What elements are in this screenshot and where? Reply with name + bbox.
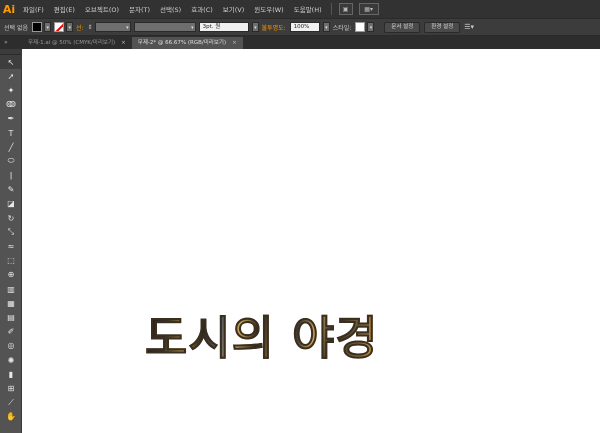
blend-icon[interactable]: ◎ xyxy=(0,339,22,353)
stroke-stepper-icon[interactable]: ⇕ xyxy=(88,24,93,31)
stroke-label[interactable]: 선: xyxy=(76,23,84,32)
ellipse-icon[interactable]: ⬭ xyxy=(0,154,22,168)
stroke-weight-field[interactable]: ▾ xyxy=(94,22,131,32)
stroke-color-swatch[interactable] xyxy=(54,22,64,32)
line-icon[interactable]: ╱ xyxy=(0,140,22,154)
close-icon[interactable]: × xyxy=(232,37,237,49)
style-dropdown[interactable]: ▾ xyxy=(367,22,375,32)
tools-panel: ↖ ➚ ✦ ↂ ✒ T ╱ ⬭ ǀ ✎ ◪ ↻ ⤡ ≈ ⬚ ⊕ ▥ ▦ ▤ ✐ … xyxy=(0,49,22,433)
opacity-label[interactable]: 불투명도: xyxy=(262,23,286,32)
menu-help[interactable]: 도움말(H) xyxy=(289,4,327,14)
pen-icon[interactable]: ✒ xyxy=(0,112,22,126)
city-night-text-artwork[interactable]: 도시의 야경 xyxy=(145,305,395,371)
menu-window[interactable]: 윈도우(W) xyxy=(249,4,288,14)
menu-type[interactable]: 문자(T) xyxy=(124,4,155,14)
symbol-sprayer-icon[interactable]: ✺ xyxy=(0,353,22,367)
document-tab-bar: » 무제-1.ai @ 50% (CMYK/미리보기) × 무제-2* @ 66… xyxy=(0,36,600,49)
app-logo: Ai xyxy=(2,2,16,16)
slice-icon[interactable]: ⟋ xyxy=(0,396,22,410)
pencil-icon[interactable]: ✎ xyxy=(0,183,22,197)
menu-view[interactable]: 보기(V) xyxy=(218,4,249,14)
menu-effect[interactable]: 효과(C) xyxy=(186,4,218,14)
arrange-documents-icon[interactable]: ▦▾ xyxy=(358,3,379,15)
artboard[interactable]: 도시의 야경 xyxy=(22,49,600,433)
preferences-button[interactable]: 환경 설정 xyxy=(424,21,461,33)
graphic-style-swatch[interactable] xyxy=(355,22,366,32)
perspective-grid-icon[interactable]: ▥ xyxy=(0,282,22,296)
menu-file[interactable]: 파일(F) xyxy=(18,4,49,14)
width-icon[interactable]: ≈ xyxy=(0,239,22,253)
free-transform-icon[interactable]: ⬚ xyxy=(0,254,22,268)
selection-status: 선택 없음 xyxy=(4,24,28,32)
fill-dropdown[interactable]: ▾ xyxy=(44,22,51,32)
brush-dropdown-arrow[interactable]: ▾ xyxy=(251,22,259,32)
eraser-icon[interactable]: ◪ xyxy=(0,197,22,211)
eyedropper-icon[interactable]: ✐ xyxy=(0,325,22,339)
variable-width-dropdown[interactable]: ▾ xyxy=(133,22,196,32)
fill-color-swatch[interactable] xyxy=(32,22,42,32)
panel-options-icon[interactable]: ☰▾ xyxy=(464,23,474,31)
menu-edit[interactable]: 편집(E) xyxy=(49,4,80,14)
stroke-dropdown[interactable]: ▾ xyxy=(66,22,73,32)
rotate-icon[interactable]: ↻ xyxy=(0,211,22,225)
column-graph-icon[interactable]: ▮ xyxy=(0,367,22,381)
illustrator-window: Ai 파일(F) 편집(E) 오브젝트(O) 문자(T) 선택(S) 효과(C)… xyxy=(0,0,600,433)
hand-icon[interactable]: ✋ xyxy=(0,410,22,424)
tab-label: 무제-2* @ 66.67% (RGB/미리보기) xyxy=(137,40,227,46)
selection-icon[interactable]: ↖ xyxy=(0,55,22,70)
menu-select[interactable]: 선택(S) xyxy=(155,4,186,14)
paintbrush-icon[interactable]: ǀ xyxy=(0,169,22,183)
opacity-dropdown[interactable]: ▾ xyxy=(322,22,330,32)
control-bar: 선택 없음 ▾ ▾ 선: ⇕ ▾ ▾ 3pt. 원 ▾ 불투명도: 100% ▾… xyxy=(0,18,600,36)
menu-object[interactable]: 오브젝트(O) xyxy=(80,4,124,14)
gradient-icon[interactable]: ▤ xyxy=(0,310,22,324)
bridge-icon[interactable]: ▣ xyxy=(338,3,353,15)
collapse-panels-icon[interactable]: » xyxy=(0,36,22,49)
artboard-icon[interactable]: ⊞ xyxy=(0,381,22,395)
style-label: 스타일: xyxy=(332,24,352,32)
menu-bar: Ai 파일(F) 편집(E) 오브젝트(O) 문자(T) 선택(S) 효과(C)… xyxy=(0,0,600,18)
direct-selection-icon[interactable]: ➚ xyxy=(0,69,22,83)
brush-definition-dropdown[interactable]: 3pt. 원 xyxy=(198,22,249,32)
lasso-icon[interactable]: ↂ xyxy=(0,98,22,112)
document-setup-button[interactable]: 문서 설정 xyxy=(384,21,421,33)
type-icon[interactable]: T xyxy=(0,126,22,140)
magic-wand-icon[interactable]: ✦ xyxy=(0,83,22,97)
tab-document-2[interactable]: 무제-2* @ 66.67% (RGB/미리보기) × xyxy=(131,37,243,49)
menu-separator xyxy=(330,3,332,15)
close-icon[interactable]: × xyxy=(121,37,126,49)
scale-icon[interactable]: ⤡ xyxy=(0,225,22,239)
tab-label: 무제-1.ai @ 50% (CMYK/미리보기) xyxy=(28,40,116,46)
mesh-icon[interactable]: ▦ xyxy=(0,296,22,310)
tab-document-1[interactable]: 무제-1.ai @ 50% (CMYK/미리보기) × xyxy=(22,37,132,49)
opacity-field[interactable]: 100% xyxy=(289,22,320,32)
shape-builder-icon[interactable]: ⊕ xyxy=(0,268,22,282)
